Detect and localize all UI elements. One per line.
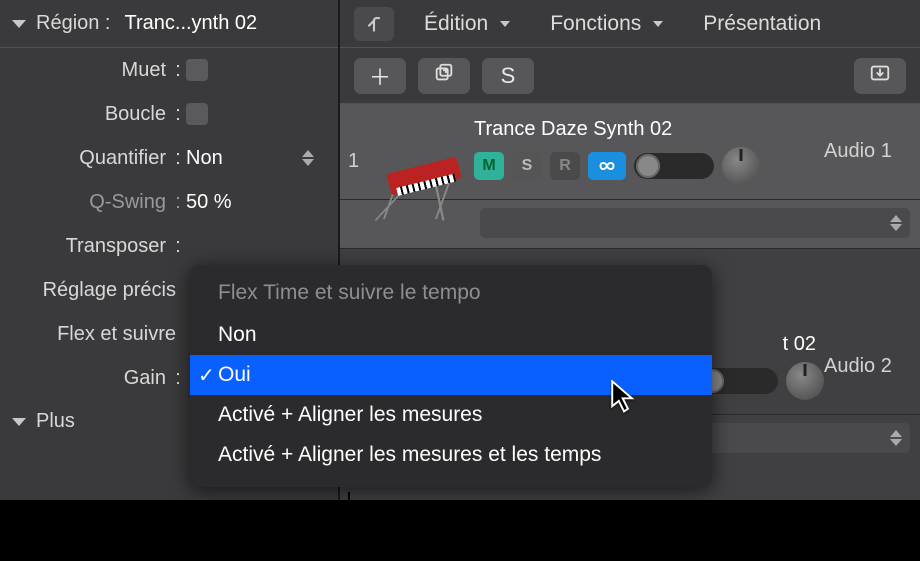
menu-edition[interactable]: Édition — [414, 10, 520, 38]
updown-icon — [890, 430, 902, 446]
arrow-up-left-icon — [364, 14, 384, 34]
pan-knob[interactable] — [786, 362, 824, 400]
popup-item-non[interactable]: Non — [190, 315, 712, 355]
region-header-value: Tranc...ynth 02 — [125, 12, 258, 35]
row-quantifier[interactable]: Quantifier : Non — [0, 136, 338, 180]
editor-menubar: Édition Fonctions Présentation — [340, 0, 920, 48]
solo-label: S — [501, 63, 516, 89]
editor-toolbar: ＋ S — [340, 48, 920, 104]
plus-label: Plus — [36, 410, 75, 433]
flex-label: Flex et suivre — [0, 323, 180, 346]
updown-icon — [890, 215, 902, 231]
row-transposer[interactable]: Transposer : — [0, 224, 338, 268]
pan-knob[interactable] — [722, 147, 760, 185]
quantifier-label: Quantifier — [0, 147, 170, 170]
record-button[interactable]: R — [550, 152, 580, 180]
chevron-down-icon — [653, 21, 663, 27]
boucle-checkbox[interactable] — [186, 103, 208, 125]
region-header[interactable]: Région : Tranc...ynth 02 — [0, 0, 338, 48]
region-header-label: Région : — [36, 12, 111, 35]
popup-title: Flex Time et suivre le tempo — [190, 275, 712, 315]
back-button[interactable] — [354, 7, 394, 41]
solo-button[interactable]: S — [482, 58, 534, 94]
keyboard-icon — [386, 156, 461, 195]
menu-presentation[interactable]: Présentation — [693, 10, 831, 38]
popup-item-align-bars-beats[interactable]: Activé + Aligner les mesures et les temp… — [190, 435, 712, 475]
menu-fonctions[interactable]: Fonctions — [540, 10, 673, 38]
audio-channel-label: Audio 2 — [824, 355, 920, 378]
checkmark-icon: ✓ — [198, 363, 215, 388]
track-instrument-icon — [374, 117, 474, 187]
transposer-label: Transposer — [0, 235, 170, 258]
qswing-label: Q-Swing — [0, 191, 170, 214]
muet-checkbox[interactable] — [186, 59, 208, 81]
solo-track-button[interactable]: S — [512, 152, 542, 180]
mouse-cursor-icon — [610, 380, 638, 419]
row-muet: Muet : — [0, 48, 338, 92]
collapse-icon — [869, 62, 891, 90]
volume-slider[interactable] — [634, 153, 714, 179]
gain-label: Gain — [0, 367, 170, 390]
callout-line — [348, 492, 350, 552]
row-qswing: Q-Swing : 50 % — [0, 180, 338, 224]
chevron-down-icon — [12, 418, 26, 426]
duplicate-track-button[interactable] — [418, 58, 470, 94]
audio-channel-label: Audio 1 — [824, 140, 920, 163]
chevron-down-icon — [500, 21, 510, 27]
flex-follow-popup: Flex Time et suivre le tempo Non ✓ Oui A… — [190, 265, 712, 487]
mute-button[interactable]: M — [474, 152, 504, 180]
plus-icon: ＋ — [369, 60, 391, 92]
muet-label: Muet — [0, 59, 170, 82]
boucle-label: Boucle — [0, 103, 170, 126]
track-name: Trance Daze Synth 02 — [474, 118, 824, 141]
add-track-button[interactable]: ＋ — [354, 58, 406, 94]
chevron-down-icon — [12, 20, 26, 28]
quantifier-value: Non — [186, 147, 223, 170]
quantifier-stepper-icon[interactable] — [302, 150, 314, 166]
loop-button[interactable] — [588, 152, 626, 180]
qswing-value: 50 % — [186, 191, 232, 214]
duplicate-icon — [433, 62, 455, 90]
collapse-button[interactable] — [854, 58, 906, 94]
reglage-label: Réglage précis — [0, 279, 180, 302]
track-row[interactable]: 1 Trance Daze Synth 02 M S R — [340, 104, 920, 200]
infinity-icon — [594, 158, 620, 174]
track-flex-dropdown[interactable] — [480, 208, 910, 238]
row-boucle: Boucle : — [0, 92, 338, 136]
track-number: 1 — [348, 150, 374, 199]
